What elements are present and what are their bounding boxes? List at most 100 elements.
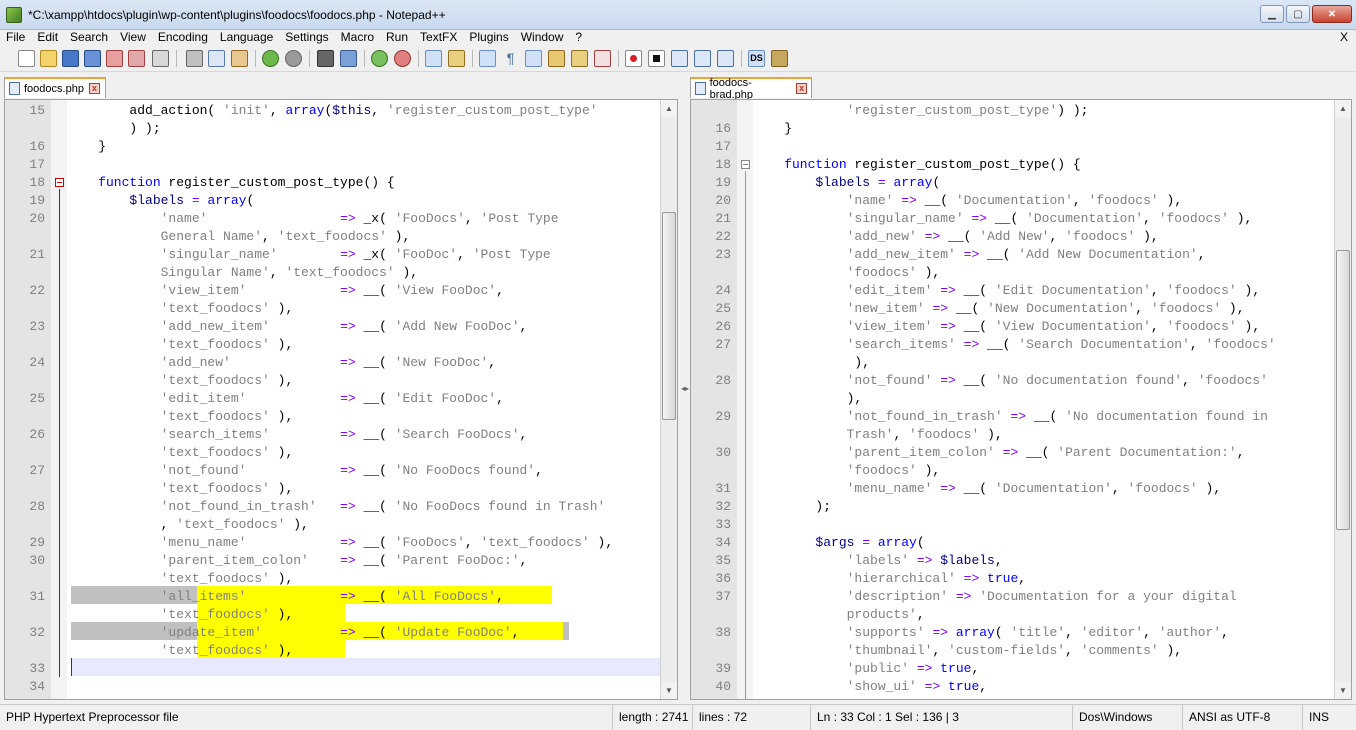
code-line[interactable]: 'parent_item_colon' => __( 'Parent Docum…: [753, 444, 1245, 462]
indent-guide-icon[interactable]: [525, 50, 542, 67]
code-line[interactable]: General Name', 'text_foodocs' ),: [67, 228, 411, 246]
code-line[interactable]: 'text_foodocs' ),: [67, 570, 294, 588]
code-line[interactable]: 'name' => __( 'Documentation', 'foodocs'…: [753, 192, 1183, 210]
code-line[interactable]: 'add_new_item' => __( 'Add New FooDoc',: [67, 318, 528, 336]
spell-check-icon[interactable]: DS: [748, 50, 765, 67]
record-macro-icon[interactable]: [625, 50, 642, 67]
menu-edit[interactable]: Edit: [31, 30, 64, 45]
code-line[interactable]: 'text_foodocs' ),: [67, 642, 294, 660]
save-icon[interactable]: [62, 50, 79, 67]
user-language-icon[interactable]: [548, 50, 565, 67]
code-line[interactable]: 'view_item' => __( 'View FooDoc',: [67, 282, 504, 300]
code-line[interactable]: 'edit_item' => __( 'Edit FooDoc',: [67, 390, 504, 408]
right-vertical-scrollbar[interactable]: ▲ ▼: [1334, 100, 1351, 699]
sync-horizontal-icon[interactable]: [448, 50, 465, 67]
code-line[interactable]: , 'text_foodocs' ),: [67, 516, 309, 534]
menu-settings[interactable]: Settings: [279, 30, 334, 45]
code-line[interactable]: 'menu_name' => __( 'Documentation', 'foo…: [753, 480, 1222, 498]
code-line[interactable]: function register_custom_post_type() {: [67, 174, 394, 192]
left-vertical-scrollbar[interactable]: ▲ ▼: [660, 100, 677, 699]
word-wrap-icon[interactable]: [479, 50, 496, 67]
code-line[interactable]: 'add_new_item' => __( 'Add New Documenta…: [753, 246, 1206, 264]
code-line[interactable]: 'show_ui' => true,: [753, 678, 987, 696]
close-all-icon[interactable]: [128, 50, 145, 67]
code-line[interactable]: 'singular_name' => __( 'Documentation', …: [753, 210, 1253, 228]
code-line[interactable]: 'not_found_in_trash' => __( 'No document…: [753, 408, 1268, 426]
new-file-icon[interactable]: [18, 50, 35, 67]
scroll-down-arrow-icon[interactable]: ▼: [661, 682, 677, 699]
menu-search[interactable]: Search: [64, 30, 114, 45]
print-icon[interactable]: [152, 50, 169, 67]
code-line[interactable]: }: [753, 120, 792, 138]
scroll-up-arrow-icon[interactable]: ▲: [1335, 100, 1351, 117]
code-line[interactable]: 'not_found' => __( 'No FooDocs found',: [67, 462, 543, 480]
code-line[interactable]: 'name' => _x( 'FooDocs', 'Post Type: [67, 210, 559, 228]
sync-vertical-icon[interactable]: [425, 50, 442, 67]
code-line[interactable]: function register_custom_post_type() {: [753, 156, 1080, 174]
code-line[interactable]: Singular Name', 'text_foodocs' ),: [67, 264, 418, 282]
left-editor[interactable]: 15 16 17 18 19 20 21 22 23 24 25 26 27 28 29 30 31 32 33 34…: [4, 99, 678, 700]
find-icon[interactable]: [317, 50, 334, 67]
zoom-in-icon[interactable]: [371, 50, 388, 67]
save-all-icon[interactable]: [84, 50, 101, 67]
undo-icon[interactable]: [262, 50, 279, 67]
code-line[interactable]: 'singular_name' => _x( 'FooDoc', 'Post T…: [67, 246, 551, 264]
menu-run[interactable]: Run: [380, 30, 414, 45]
scroll-down-arrow-icon[interactable]: ▼: [1335, 682, 1351, 699]
code-line[interactable]: ),: [753, 390, 863, 408]
code-line[interactable]: 'text_foodocs' ),: [67, 300, 294, 318]
close-document-button[interactable]: X: [1340, 30, 1348, 45]
maximize-button[interactable]: ▢: [1286, 5, 1310, 23]
code-line[interactable]: 'not_found_in_trash' => __( 'No FooDocs …: [67, 498, 606, 516]
scroll-up-arrow-icon[interactable]: ▲: [661, 100, 677, 117]
stop-macro-icon[interactable]: [648, 50, 665, 67]
right-editor[interactable]: 16 17 18 19 20 21 22 23 24 25 26 27 28 29 30 31 32 33 34 35…: [690, 99, 1352, 700]
menu-help[interactable]: ?: [569, 30, 588, 45]
code-line[interactable]: 'description' => 'Documentation for a yo…: [753, 588, 1237, 606]
code-line[interactable]: 'search_items' => __( 'Search Documentat…: [753, 336, 1276, 354]
menu-file[interactable]: File: [0, 30, 31, 45]
code-line[interactable]: 'add_new' => __( 'Add New', 'foodocs' ),: [753, 228, 1159, 246]
code-line[interactable]: 'all_items' => __( 'All FooDocs',: [67, 588, 504, 606]
code-line[interactable]: 'labels' => $labels,: [753, 552, 1003, 570]
menu-macro[interactable]: Macro: [335, 30, 380, 45]
code-line[interactable]: 'foodocs' ),: [753, 264, 941, 282]
close-tab-icon[interactable]: x: [796, 83, 807, 94]
scroll-thumb[interactable]: [662, 212, 676, 420]
code-line[interactable]: 'supports' => array( 'title', 'editor', …: [753, 624, 1229, 642]
code-line[interactable]: Trash', 'foodocs' ),: [753, 426, 1003, 444]
code-line[interactable]: ),: [753, 354, 870, 372]
menu-encoding[interactable]: Encoding: [152, 30, 214, 45]
code-line[interactable]: 'edit_item' => __( 'Edit Documentation',…: [753, 282, 1261, 300]
scroll-thumb[interactable]: [1336, 250, 1350, 530]
open-file-icon[interactable]: [40, 50, 57, 67]
code-line[interactable]: 'parent_item_colon' => __( 'Parent FooDo…: [67, 552, 528, 570]
menu-view[interactable]: View: [114, 30, 152, 45]
show-all-characters-icon[interactable]: ¶: [502, 50, 519, 67]
menu-textfx[interactable]: TextFX: [414, 30, 463, 45]
code-line[interactable]: 'update_item' => __( 'Update FooDoc',: [67, 624, 520, 642]
notepadpp-app-icon[interactable]: [6, 7, 22, 23]
fold-minus-icon[interactable]: [741, 160, 750, 169]
close-tab-icon[interactable]: x: [88, 83, 100, 94]
fold-margin[interactable]: [51, 100, 67, 699]
code-line[interactable]: 'text_foodocs' ),: [67, 606, 294, 624]
code-line[interactable]: products',: [753, 606, 925, 624]
save-macro-icon[interactable]: [717, 50, 734, 67]
code-line[interactable]: 'view_item' => __( 'View Documentation',…: [753, 318, 1261, 336]
fold-minus-icon[interactable]: [55, 178, 64, 187]
function-list-icon[interactable]: [594, 50, 611, 67]
code-line[interactable]: 'text_foodocs' ),: [67, 372, 294, 390]
close-file-icon[interactable]: [106, 50, 123, 67]
code-line[interactable]: 'public' => true,: [753, 660, 980, 678]
run-macro-multiple-icon[interactable]: [694, 50, 711, 67]
code-line[interactable]: 'add_new' => __( 'New FooDoc',: [67, 354, 497, 372]
code-line[interactable]: add_action( 'init', array($this, 'regist…: [67, 102, 597, 120]
code-area[interactable]: add_action( 'init', array($this, 'regist…: [67, 100, 661, 699]
code-line[interactable]: 'menu_name' => __( 'FooDocs', 'text_food…: [67, 534, 614, 552]
code-line[interactable]: );: [753, 498, 831, 516]
redo-icon[interactable]: [285, 50, 302, 67]
code-line[interactable]: 'new_item' => __( 'New Documentation', '…: [753, 300, 1245, 318]
plugin-icon[interactable]: [771, 50, 788, 67]
replace-icon[interactable]: [340, 50, 357, 67]
